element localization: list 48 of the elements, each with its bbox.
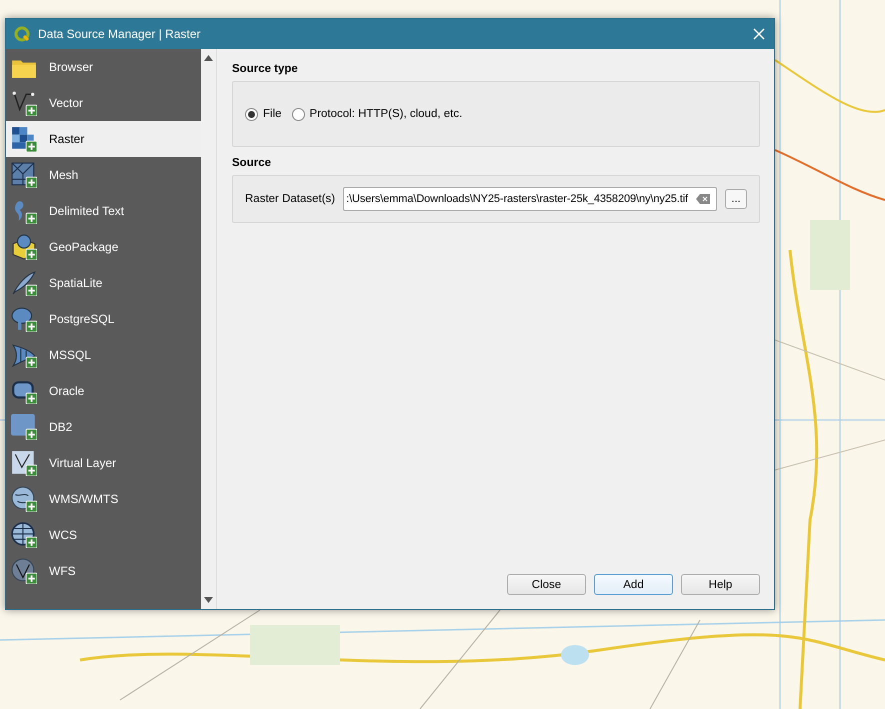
- source-icon: [11, 234, 37, 260]
- source-icon: [11, 270, 37, 296]
- dialog-button[interactable]: Close: [507, 574, 586, 595]
- browse-button[interactable]: ...: [725, 189, 747, 209]
- sidebar-item[interactable]: Mesh: [6, 157, 201, 193]
- sidebar-item[interactable]: Delimited Text: [6, 193, 201, 229]
- down-arrow-icon[interactable]: [204, 597, 213, 603]
- section-title: Source: [232, 157, 272, 169]
- section-title: Source type: [232, 63, 299, 75]
- sidebar-item[interactable]: Vector: [6, 85, 201, 121]
- source-icon: [11, 342, 37, 368]
- sidebar-item[interactable]: WFS: [6, 553, 201, 589]
- close-icon[interactable]: [752, 27, 766, 41]
- source-icon: [11, 90, 37, 116]
- dialog-button[interactable]: Help: [681, 574, 760, 595]
- sidebar-item[interactable]: Oracle: [6, 373, 201, 409]
- source-icon: [11, 126, 37, 152]
- source-icon: [11, 306, 37, 332]
- clear-icon[interactable]: [696, 194, 710, 204]
- sidebar-item[interactable]: PostgreSQL: [6, 301, 201, 337]
- sidebar-item[interactable]: WCS: [6, 517, 201, 553]
- radio-button[interactable]: [245, 108, 258, 120]
- source-icon: [11, 414, 37, 440]
- sidebar-item[interactable]: SpatiaLite: [6, 265, 201, 301]
- radio-option[interactable]: Protocol: HTTP(S), cloud, etc.: [292, 108, 462, 120]
- sidebar-item[interactable]: Raster: [6, 121, 201, 157]
- field-label: Raster Dataset(s): [245, 193, 336, 205]
- scrollbar[interactable]: [201, 49, 217, 609]
- radio-label: File: [263, 108, 282, 120]
- dialog-button[interactable]: Add: [594, 574, 673, 595]
- source-icon: [11, 558, 37, 584]
- source-icon: [11, 162, 37, 188]
- up-arrow-icon[interactable]: [204, 55, 213, 61]
- radio-button[interactable]: [292, 108, 305, 120]
- sidebar-item[interactable]: DB2: [6, 409, 201, 445]
- path-field[interactable]: :\Users\emma\Downloads\NY25-rasters\raster-25k_4358209\ny\ny25.tif: [343, 187, 717, 211]
- source-icon: [11, 486, 37, 512]
- source-icon: [11, 522, 37, 548]
- radio-label: Protocol: HTTP(S), cloud, etc.: [310, 108, 462, 120]
- app-logo-icon: [14, 26, 30, 42]
- sidebar-item[interactable]: Browser: [6, 49, 201, 85]
- source-icon: [11, 450, 37, 476]
- sidebar-item[interactable]: WMS/WMTS: [6, 481, 201, 517]
- window-title: Data Source Manager | Raster: [38, 27, 202, 41]
- sidebar-item[interactable]: Virtual Layer: [6, 445, 201, 481]
- sidebar-item[interactable]: GeoPackage: [6, 229, 201, 265]
- radio-option[interactable]: File: [245, 108, 282, 120]
- sidebar-item[interactable]: MSSQL: [6, 337, 201, 373]
